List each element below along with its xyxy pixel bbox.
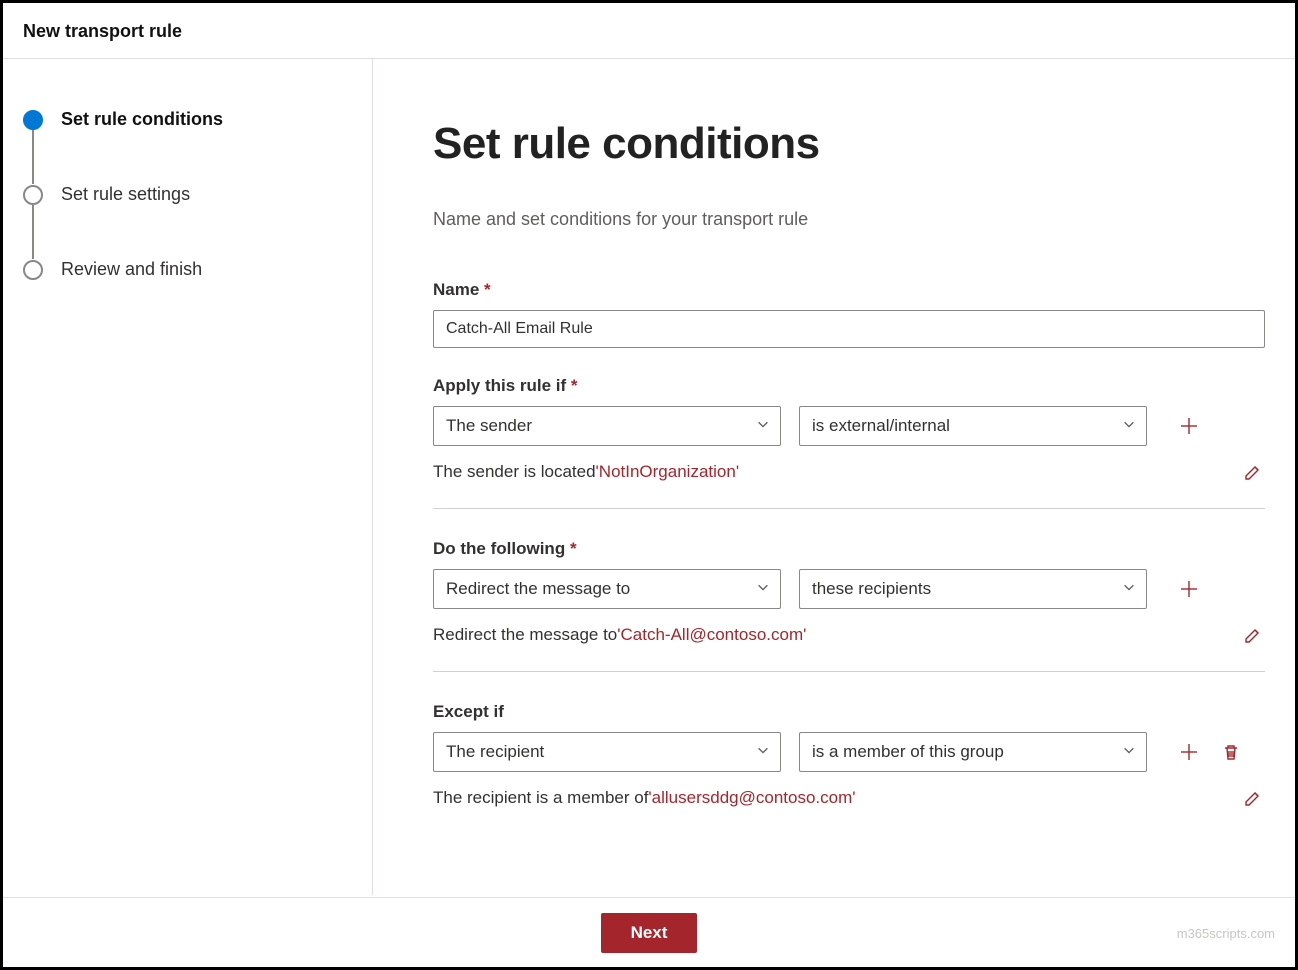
chevron-down-icon xyxy=(1122,579,1136,599)
select-value: The sender xyxy=(446,416,532,436)
plus-icon xyxy=(1179,416,1199,436)
watermark-text: m365scripts.com xyxy=(1177,926,1275,941)
wizard-footer: Next xyxy=(3,897,1295,967)
step-connector xyxy=(32,130,34,184)
wizard-steps-sidebar: Set rule conditions Set rule settings Re… xyxy=(3,59,373,895)
do-following-group: Do the following * Redirect the message … xyxy=(433,539,1255,647)
detail-value: 'allusersddg@contoso.com' xyxy=(648,788,855,808)
apply-if-detail: The sender is located 'NotInOrganization… xyxy=(433,460,1265,484)
except-if-select-1[interactable]: The recipient xyxy=(433,732,781,772)
do-following-label: Do the following * xyxy=(433,539,1255,559)
do-following-select-2[interactable]: these recipients xyxy=(799,569,1147,609)
apply-if-label-text: Apply this rule if xyxy=(433,376,566,395)
except-if-label: Except if xyxy=(433,702,1255,722)
edit-exception-button[interactable] xyxy=(1241,786,1265,810)
select-value: is a member of this group xyxy=(812,742,1004,762)
step-indicator-icon xyxy=(23,260,43,280)
chevron-down-icon xyxy=(1122,742,1136,762)
chevron-down-icon xyxy=(756,416,770,436)
plus-icon xyxy=(1179,579,1199,599)
required-asterisk: * xyxy=(571,376,578,395)
apply-if-select-1[interactable]: The sender xyxy=(433,406,781,446)
step-indicator-active-icon xyxy=(23,110,43,130)
detail-value: 'NotInOrganization' xyxy=(596,462,740,482)
step-connector xyxy=(32,205,34,259)
add-action-button[interactable] xyxy=(1177,577,1201,601)
wizard-step-settings[interactable]: Set rule settings xyxy=(23,184,352,205)
section-divider xyxy=(433,671,1265,672)
page-title: Set rule conditions xyxy=(433,119,1255,169)
except-if-select-2[interactable]: is a member of this group xyxy=(799,732,1147,772)
pencil-icon xyxy=(1243,788,1263,808)
name-label-text: Name xyxy=(433,280,479,299)
do-following-detail: Redirect the message to 'Catch-All@conto… xyxy=(433,623,1265,647)
detail-value: 'Catch-All@contoso.com' xyxy=(617,625,806,645)
detail-prefix: The recipient is a member of xyxy=(433,788,648,808)
edit-action-button[interactable] xyxy=(1241,623,1265,647)
chevron-down-icon xyxy=(1122,416,1136,436)
wizard-step-review[interactable]: Review and finish xyxy=(23,259,352,280)
apply-if-label: Apply this rule if * xyxy=(433,376,1255,396)
select-value: these recipients xyxy=(812,579,931,599)
name-field-group: Name * xyxy=(433,280,1255,348)
detail-prefix: Redirect the message to xyxy=(433,625,617,645)
except-if-label-text: Except if xyxy=(433,702,504,721)
chevron-down-icon xyxy=(756,742,770,762)
required-asterisk: * xyxy=(570,539,577,558)
step-label: Review and finish xyxy=(61,259,202,280)
step-label: Set rule conditions xyxy=(61,109,223,130)
trash-icon xyxy=(1221,742,1241,762)
name-label: Name * xyxy=(433,280,1255,300)
add-exception-button[interactable] xyxy=(1177,740,1201,764)
step-label: Set rule settings xyxy=(61,184,190,205)
except-if-group: Except if The recipient is a member of t… xyxy=(433,702,1255,810)
delete-exception-button[interactable] xyxy=(1219,740,1243,764)
select-value: Redirect the message to xyxy=(446,579,630,599)
apply-if-group: Apply this rule if * The sender is exter… xyxy=(433,376,1255,484)
page-header: New transport rule xyxy=(3,3,1295,59)
pencil-icon xyxy=(1243,462,1263,482)
do-following-label-text: Do the following xyxy=(433,539,565,558)
main-content: Set rule conditions Name and set conditi… xyxy=(373,59,1295,895)
step-indicator-icon xyxy=(23,185,43,205)
page-subtitle: Name and set conditions for your transpo… xyxy=(433,209,1255,230)
edit-condition-button[interactable] xyxy=(1241,460,1265,484)
chevron-down-icon xyxy=(756,579,770,599)
select-value: The recipient xyxy=(446,742,544,762)
wizard-step-conditions[interactable]: Set rule conditions xyxy=(23,109,352,130)
pencil-icon xyxy=(1243,625,1263,645)
section-divider xyxy=(433,508,1265,509)
except-if-detail: The recipient is a member of 'allusersdd… xyxy=(433,786,1265,810)
next-button[interactable]: Next xyxy=(601,913,698,953)
select-value: is external/internal xyxy=(812,416,950,436)
plus-icon xyxy=(1179,742,1199,762)
header-title: New transport rule xyxy=(23,21,182,41)
required-asterisk: * xyxy=(484,280,491,299)
do-following-select-1[interactable]: Redirect the message to xyxy=(433,569,781,609)
apply-if-select-2[interactable]: is external/internal xyxy=(799,406,1147,446)
name-input[interactable] xyxy=(433,310,1265,348)
detail-prefix: The sender is located xyxy=(433,462,596,482)
add-condition-button[interactable] xyxy=(1177,414,1201,438)
